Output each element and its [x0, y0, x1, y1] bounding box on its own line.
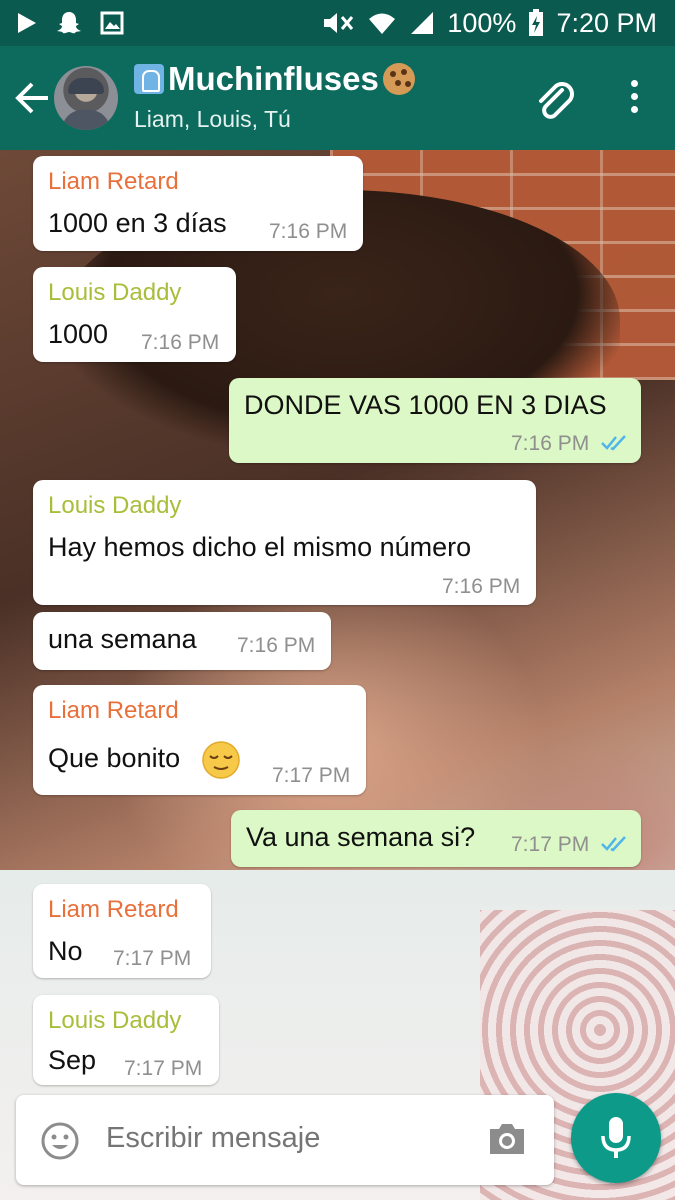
microphone-icon: [601, 1117, 631, 1158]
message-time: 7:17 PM: [113, 947, 192, 970]
message-sender: Liam Retard: [48, 168, 179, 195]
emoji-icon[interactable]: [40, 1121, 80, 1161]
message-time: 7:17 PM: [511, 833, 590, 856]
camera-icon[interactable]: [486, 1119, 528, 1159]
chat-title-text: Muchinfluses: [168, 60, 379, 97]
relieved-face-emoji: [202, 741, 240, 779]
battery-charging-icon: [529, 9, 544, 36]
carousel-horse-emoji: [134, 64, 164, 94]
message-bubble[interactable]: Liam Retard Que bonito 7:17 PM: [33, 685, 366, 795]
cookie-emoji: [382, 63, 415, 95]
chat-header: Muchinfluses Liam, Louis, Tú: [0, 46, 675, 150]
message-sender: Louis Daddy: [48, 492, 182, 519]
chat-participants: Liam, Louis, Tú: [134, 106, 291, 132]
message-time: 7:16 PM: [237, 634, 316, 657]
message-time: 7:17 PM: [124, 1057, 203, 1080]
chat-title[interactable]: Muchinfluses: [134, 60, 415, 98]
message-sender: Louis Daddy: [48, 279, 182, 306]
overflow-menu-icon[interactable]: [622, 80, 646, 120]
message-bubble-outgoing[interactable]: Va una semana si? 7:17 PM: [231, 810, 641, 867]
message-text: una semana: [48, 624, 197, 654]
message-text: Hay hemos dicho el mismo número: [48, 532, 472, 562]
message-time: 7:16 PM: [442, 575, 521, 598]
message-text: Va una semana si?: [246, 822, 476, 852]
status-bar: 100% 7:20 PM: [0, 0, 675, 46]
mute-icon: [324, 13, 354, 33]
message-bubble[interactable]: Liam Retard No 7:17 PM: [33, 884, 211, 978]
voice-record-button[interactable]: [571, 1093, 661, 1183]
message-sender: Liam Retard: [48, 896, 179, 923]
battery-percent: 100%: [447, 7, 517, 38]
clock: 7:20 PM: [556, 7, 657, 38]
message-bubble[interactable]: una semana 7:16 PM: [33, 612, 331, 670]
message-composer: [16, 1095, 554, 1185]
signal-icon: [411, 12, 434, 34]
message-text: Sep: [48, 1045, 97, 1075]
message-text: 1000: [48, 319, 109, 349]
play-icon: [18, 13, 36, 33]
message-time: 7:16 PM: [511, 432, 590, 455]
message-sender: Liam Retard: [48, 697, 179, 724]
message-bubble[interactable]: Louis Daddy Hay hemos dicho el mismo núm…: [33, 480, 536, 605]
message-time: 7:16 PM: [269, 220, 348, 243]
image-icon: [100, 11, 124, 35]
message-text: Que bonito: [48, 743, 181, 773]
message-input[interactable]: [106, 1122, 476, 1155]
message-text: 1000 en 3 días: [48, 208, 227, 238]
paperclip-icon[interactable]: [532, 76, 578, 122]
message-text: DONDE VAS 1000 EN 3 DIAS: [244, 390, 607, 420]
read-receipt-icon: [601, 836, 626, 852]
message-bubble[interactable]: Louis Daddy Sep 7:17 PM: [33, 995, 219, 1085]
message-text: No: [48, 936, 83, 966]
message-bubble[interactable]: Liam Retard 1000 en 3 días 7:16 PM: [33, 156, 363, 251]
snapchat-icon: [57, 12, 81, 34]
back-arrow-icon[interactable]: [12, 78, 52, 118]
message-time: 7:16 PM: [141, 331, 220, 354]
message-bubble[interactable]: Louis Daddy 1000 7:16 PM: [33, 267, 236, 362]
wifi-icon: [369, 13, 396, 34]
message-bubble-outgoing[interactable]: DONDE VAS 1000 EN 3 DIAS 7:16 PM: [229, 378, 641, 463]
message-sender: Louis Daddy: [48, 1007, 182, 1034]
group-avatar[interactable]: [54, 66, 118, 130]
message-time: 7:17 PM: [272, 764, 351, 787]
read-receipt-icon: [601, 435, 626, 451]
